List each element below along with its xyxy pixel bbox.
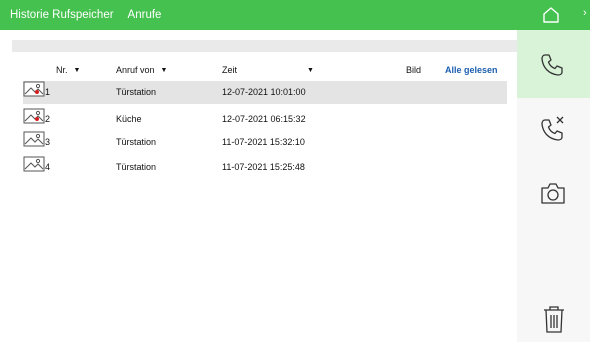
table-row[interactable]: 1 Türstation 12-07-2021 10:01:00	[23, 81, 507, 104]
cell-time: 12-07-2021 10:01:00	[222, 87, 306, 97]
sort-caret-icon: ▼	[73, 67, 81, 74]
phone-icon[interactable]	[539, 52, 565, 78]
camera-icon[interactable]	[539, 180, 567, 206]
cell-time: 11-07-2021 15:25:48	[222, 162, 305, 172]
cell-caller: Türstation	[116, 137, 157, 147]
cell-nr: 2	[45, 114, 51, 124]
sort-caret-icon: ▼	[307, 67, 314, 74]
edge-chevron-icon: ›	[583, 7, 587, 19]
image-thumbnail-icon[interactable]	[23, 156, 45, 172]
cell-caller: Küche	[116, 114, 142, 124]
column-caller[interactable]: Anruf von ▼	[116, 65, 167, 75]
table-toolbar-strip	[12, 40, 517, 52]
table-row[interactable]: 4 Türstation 11-07-2021 15:25:48	[23, 156, 507, 179]
mark-all-read-link[interactable]: Alle gelesen	[445, 65, 498, 75]
cell-nr: 4	[45, 162, 51, 172]
table-row[interactable]: 3 Türstation 11-07-2021 15:32:10	[23, 131, 507, 154]
unread-indicator	[35, 90, 39, 94]
column-nr[interactable]: Nr. ▼	[56, 65, 80, 75]
table-header: Nr. ▼ Anruf von ▼ Zeit ▼ Bild Alle gelesen	[12, 60, 509, 80]
cell-caller: Türstation	[116, 87, 157, 97]
cell-nr: 1	[45, 87, 51, 97]
sort-caret-icon: ▼	[160, 67, 168, 74]
image-thumbnail-icon[interactable]	[23, 81, 45, 97]
table-row[interactable]: 2 Küche 12-07-2021 06:15:32	[23, 108, 507, 131]
sidebar: ›	[517, 0, 590, 342]
image-thumbnail-icon[interactable]	[23, 108, 45, 124]
cell-caller: Türstation	[116, 162, 157, 172]
cell-time: 12-07-2021 06:15:32	[222, 114, 306, 124]
page-title: Historie Rufspeicher	[10, 9, 114, 21]
missed-call-icon[interactable]	[539, 114, 567, 142]
title-bar: Historie Rufspeicher Anrufe	[0, 0, 517, 30]
unread-indicator	[35, 117, 39, 121]
home-icon[interactable]	[541, 6, 561, 24]
cell-nr: 3	[45, 137, 51, 147]
cell-time: 11-07-2021 15:32:10	[222, 137, 305, 147]
image-thumbnail-icon[interactable]	[23, 131, 45, 147]
column-time[interactable]: Zeit ▼	[222, 65, 314, 75]
column-image: Bild	[406, 65, 422, 75]
trash-icon[interactable]	[541, 304, 567, 334]
tab-anrufe[interactable]: Anrufe	[128, 9, 162, 21]
